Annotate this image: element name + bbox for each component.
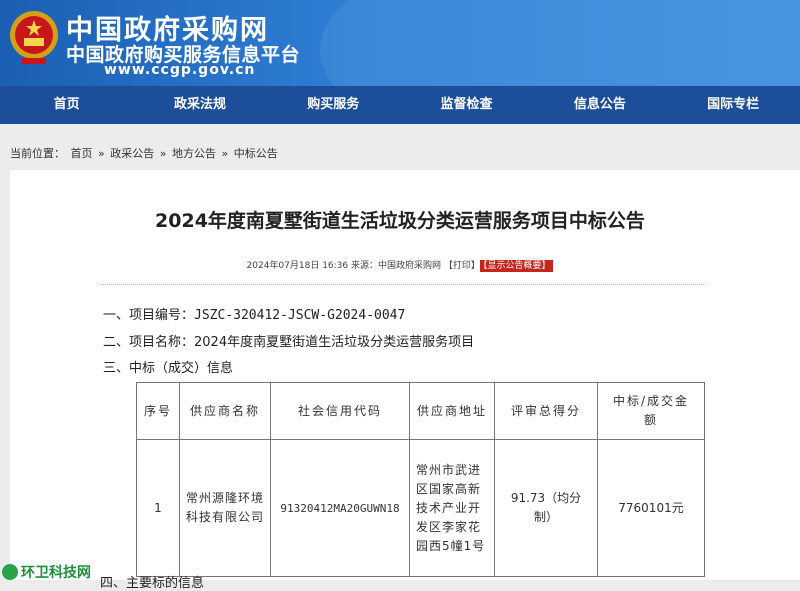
project-number-label: 一、项目编号： <box>103 308 195 323</box>
breadcrumb-sep: » <box>221 147 229 160</box>
col-index: 序号 <box>136 382 180 440</box>
cell-score: 91.73（均分制） <box>494 439 598 577</box>
breadcrumb-label: 当前位置： <box>10 147 65 160</box>
site-url[interactable]: www.ccgp.gov.cn <box>104 62 255 78</box>
col-address: 供应商地址 <box>409 382 495 440</box>
credit-code: 91320412MA20GUWN18 <box>280 501 400 515</box>
col-score: 评审总得分 <box>494 382 598 440</box>
site-header: 中国政府采购网 中国政府购买服务信息平台 www.ccgp.gov.cn <box>0 0 800 86</box>
print-link[interactable]: 【打印】 <box>444 261 480 271</box>
cell-supplier: 常州源隆环境科技有限公司 <box>179 439 271 577</box>
publish-date: 2024年07月18日 16:36 <box>246 261 349 271</box>
project-number-value: JSZC-320412-JSCW-G2024-0047 <box>194 308 406 323</box>
score-value: 91.73（均分制） <box>510 491 582 524</box>
col-supplier: 供应商名称 <box>179 382 271 440</box>
nav-item-purchase-services[interactable]: 购买服务 <box>267 86 400 124</box>
breadcrumb-award[interactable]: 中标公告 <box>234 147 278 160</box>
breadcrumb-procurement[interactable]: 政采公告 <box>110 147 154 160</box>
nav-item-regulations[interactable]: 政采法规 <box>133 86 266 124</box>
breadcrumb-sep: » <box>98 147 105 160</box>
divider <box>100 284 706 285</box>
source-name[interactable]: 中国政府采购网 <box>378 261 441 271</box>
col-amount: 中标/成交金额 <box>597 382 705 440</box>
national-emblem-icon <box>10 11 58 64</box>
cell-address: 常州市武进区国家高新技术产业开发区李家花园西5幢1号 <box>409 439 495 577</box>
breadcrumb-sep: » <box>159 147 167 160</box>
table-row: 1 常州源隆环境科技有限公司 91320412MA20GUWN18 常州市武进区… <box>136 439 705 577</box>
watermark: 环卫科技网 <box>2 562 91 582</box>
nav-item-announcements[interactable]: 信息公告 <box>533 86 666 124</box>
breadcrumb-home[interactable]: 首页 <box>71 147 93 160</box>
award-table: 序号 供应商名称 社会信用代码 供应商地址 评审总得分 中标/成交金额 1 常州… <box>136 382 705 577</box>
supplier-address: 常州市武进区国家高新技术产业开发区李家花园西5幢1号 <box>416 462 486 553</box>
source-label: 来源： <box>351 261 379 271</box>
cell-amount: 7760101元 <box>597 439 705 577</box>
nav-item-supervision[interactable]: 监督检查 <box>400 86 533 124</box>
col-credit-code: 社会信用代码 <box>270 382 410 440</box>
breadcrumb: 当前位置： 首页 » 政采公告 » 地方公告 » 中标公告 <box>10 145 280 161</box>
cell-credit-code: 91320412MA20GUWN18 <box>270 439 410 577</box>
leaf-logo-icon <box>2 564 18 580</box>
table-header-row: 序号 供应商名称 社会信用代码 供应商地址 评审总得分 中标/成交金额 <box>136 382 705 440</box>
nav-item-home[interactable]: 首页 <box>0 86 133 124</box>
show-summary-button[interactable]: 【显示公告概要】 <box>479 260 554 272</box>
cell-index: 1 <box>136 439 180 577</box>
nav-item-international[interactable]: 国际专栏 <box>666 86 799 124</box>
project-number: 一、项目编号：JSZC-320412-JSCW-G2024-0047 <box>103 304 405 323</box>
supplier-name: 常州源隆环境科技有限公司 <box>186 491 265 524</box>
award-info-heading: 三、中标（成交）信息 <box>103 361 234 376</box>
watermark-text: 环卫科技网 <box>21 565 91 581</box>
page-title: 2024年度南夏墅街道生活垃圾分类运营服务项目中标公告 <box>155 210 645 232</box>
col-amount-label: 中标/成交金额 <box>612 394 690 427</box>
main-nav: 首页 政采法规 购买服务 监督检查 信息公告 国际专栏 <box>0 86 800 124</box>
project-name: 二、项目名称：2024年度南夏墅街道生活垃圾分类运营服务项目 <box>103 335 475 350</box>
main-items-heading: 四、主要标的信息 <box>100 576 205 591</box>
article-meta: 2024年07月18日 16:36 来源：中国政府采购网 【打印】 【显示公告概要… <box>0 258 800 272</box>
breadcrumb-local[interactable]: 地方公告 <box>172 147 216 160</box>
